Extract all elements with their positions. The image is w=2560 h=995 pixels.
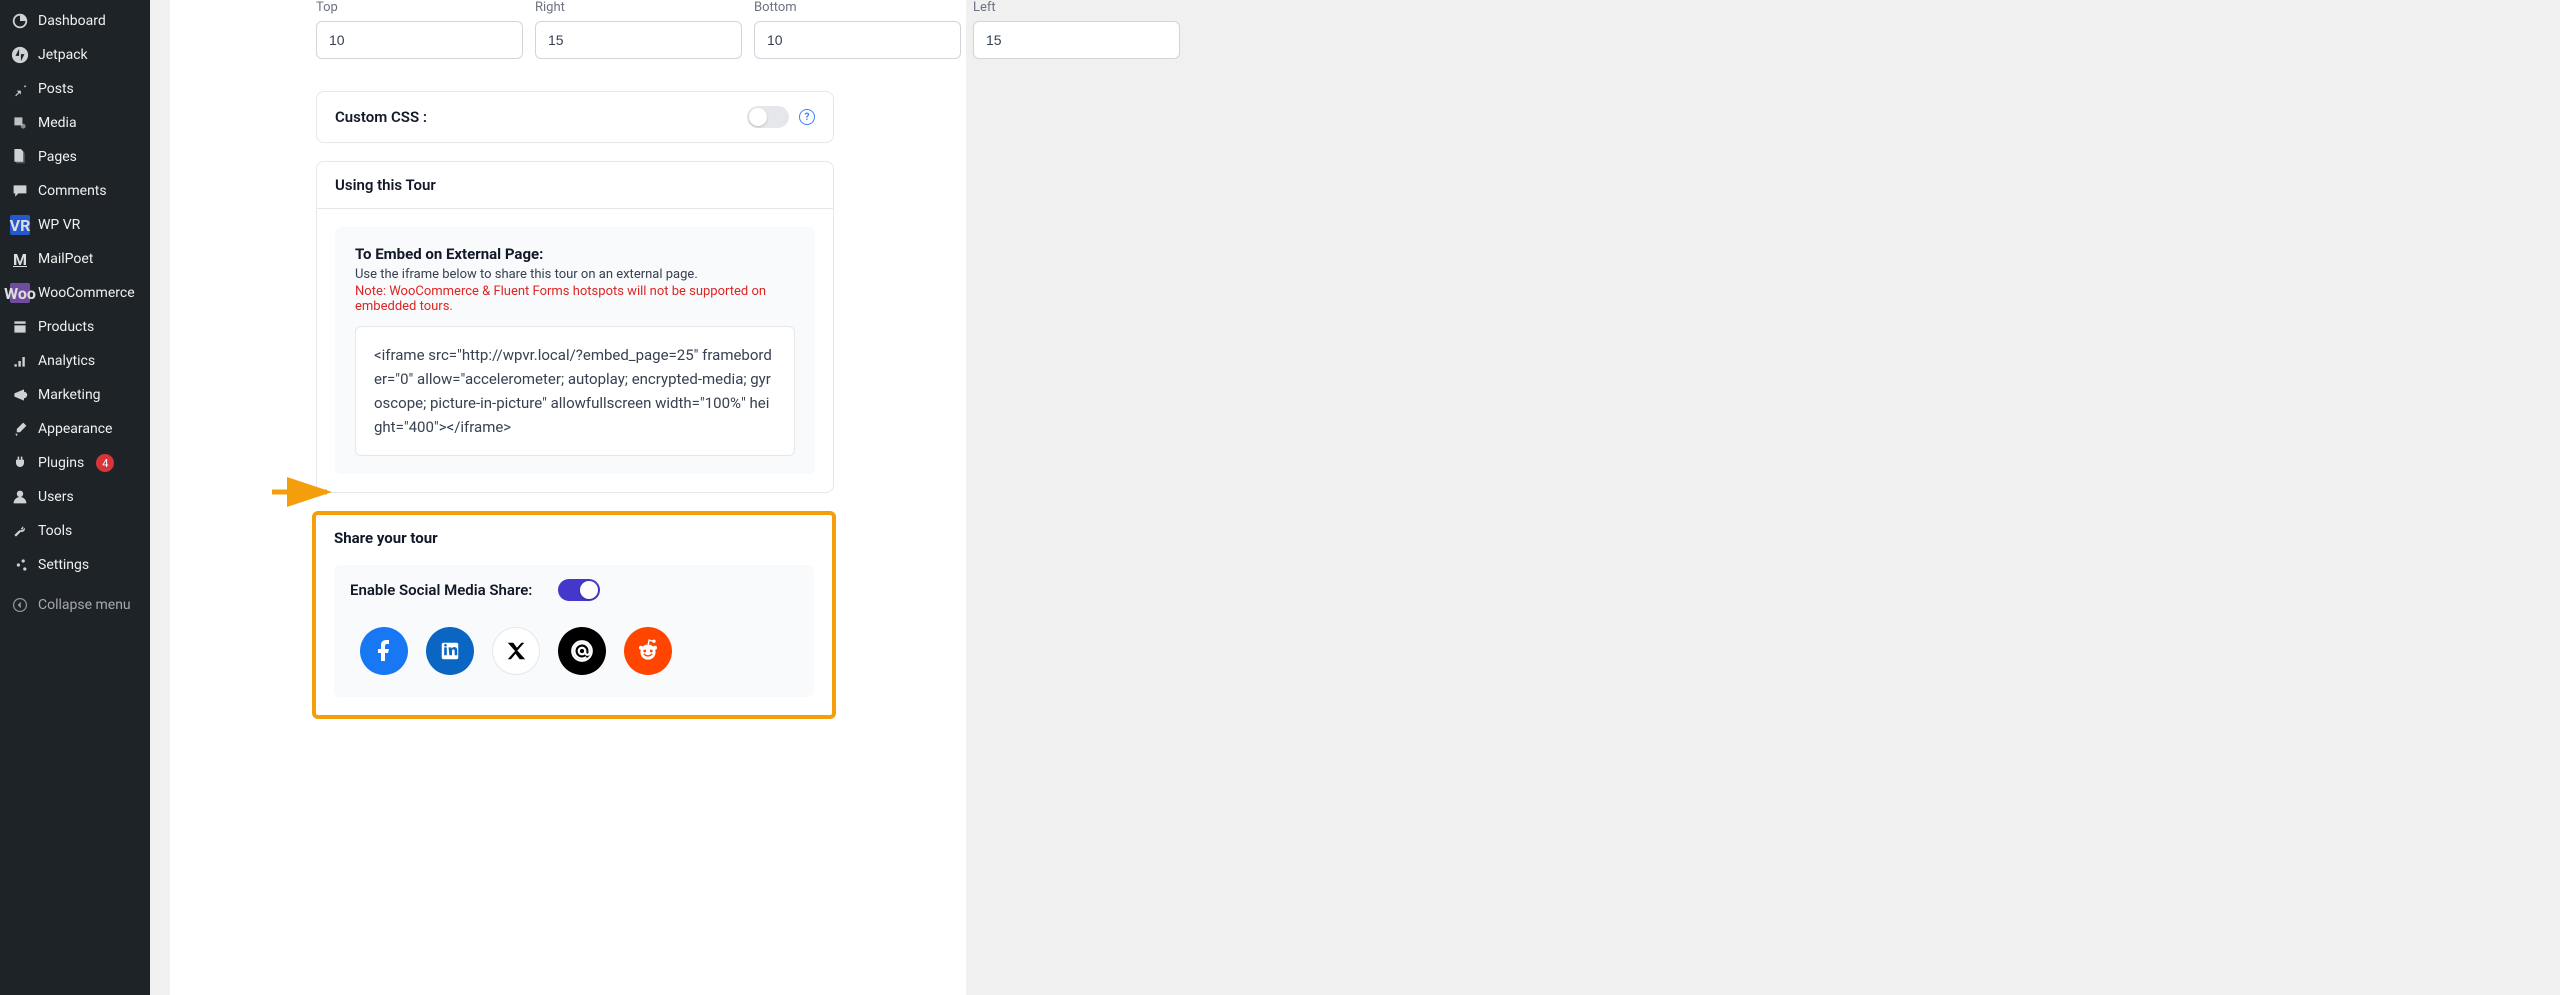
sidebar-item-label: Posts <box>38 81 74 97</box>
sidebar-item-plugins[interactable]: Plugins 4 <box>0 446 150 480</box>
pin-icon <box>10 79 30 99</box>
sidebar-item-label: Tools <box>38 523 72 539</box>
sidebar-item-posts[interactable]: Posts <box>0 72 150 106</box>
info-icon[interactable]: ? <box>799 109 815 125</box>
sidebar-item-jetpack[interactable]: Jetpack <box>0 38 150 72</box>
embed-note: Note: WooCommerce & Fluent Forms hotspot… <box>355 284 795 314</box>
plugins-icon <box>10 453 30 473</box>
settings-icon <box>10 555 30 575</box>
plugins-badge: 4 <box>96 454 114 472</box>
analytics-icon <box>10 351 30 371</box>
sidebar-item-label: Marketing <box>38 387 101 403</box>
sidebar-item-label: WooCommerce <box>38 285 135 301</box>
pages-icon <box>10 147 30 167</box>
admin-sidebar: Dashboard Jetpack Posts Media Pages Comm… <box>0 0 150 995</box>
sidebar-item-label: Collapse menu <box>38 597 131 613</box>
media-icon <box>10 113 30 133</box>
using-tour-title: Using this Tour <box>335 176 436 194</box>
share-enable-label: Enable Social Media Share: <box>350 581 532 599</box>
embed-subtitle: Use the iframe below to share this tour … <box>355 267 795 282</box>
email-icon <box>569 638 595 664</box>
sidebar-item-label: Jetpack <box>38 47 88 63</box>
custom-css-title: Custom CSS : <box>335 108 427 126</box>
social-share-toggle[interactable] <box>558 579 600 601</box>
sidebar-item-label: Analytics <box>38 353 95 369</box>
wrench-icon <box>10 521 30 541</box>
spacing-bottom-input[interactable] <box>754 21 961 59</box>
mailpoet-icon: M <box>10 249 30 269</box>
sidebar-item-products[interactable]: Products <box>0 310 150 344</box>
main-content: Top Right Bottom Left <box>150 0 2560 995</box>
share-section: Share your tour Enable Social Media Shar… <box>312 511 836 719</box>
sidebar-item-label: Media <box>38 115 77 131</box>
facebook-icon <box>372 639 396 663</box>
embed-section: To Embed on External Page: Use the ifram… <box>335 227 815 474</box>
iframe-code-box[interactable]: <iframe src="http://wpvr.local/?embed_pa… <box>355 326 795 456</box>
facebook-share-button[interactable] <box>360 627 408 675</box>
products-icon <box>10 317 30 337</box>
jetpack-icon <box>10 45 30 65</box>
users-icon <box>10 487 30 507</box>
sidebar-item-dashboard[interactable]: Dashboard <box>0 4 150 38</box>
spacing-top-label: Top <box>316 0 523 15</box>
collapse-icon <box>10 595 30 615</box>
reddit-icon <box>635 638 661 664</box>
sidebar-item-woocommerce[interactable]: Woo WooCommerce <box>0 276 150 310</box>
sidebar-item-appearance[interactable]: Appearance <box>0 412 150 446</box>
sidebar-item-label: Plugins <box>38 455 84 471</box>
sidebar-item-label: Products <box>38 319 94 335</box>
custom-css-toggle[interactable] <box>747 106 789 128</box>
spacing-left-input[interactable] <box>973 21 1180 59</box>
using-tour-card: Using this Tour To Embed on External Pag… <box>316 161 834 493</box>
sidebar-item-label: WP VR <box>38 217 80 233</box>
linkedin-share-button[interactable] <box>426 627 474 675</box>
sidebar-item-label: Comments <box>38 183 107 199</box>
spacing-right-input[interactable] <box>535 21 742 59</box>
sidebar-item-label: Appearance <box>38 421 112 437</box>
spacing-left-label: Left <box>973 0 1180 15</box>
sidebar-item-users[interactable]: Users <box>0 480 150 514</box>
comments-icon <box>10 181 30 201</box>
sidebar-item-settings[interactable]: Settings <box>0 548 150 582</box>
x-icon <box>505 640 527 662</box>
sidebar-item-media[interactable]: Media <box>0 106 150 140</box>
sidebar-item-mailpoet[interactable]: M MailPoet <box>0 242 150 276</box>
woocommerce-icon: Woo <box>10 283 30 303</box>
spacing-right-label: Right <box>535 0 742 15</box>
sidebar-item-label: Pages <box>38 149 77 165</box>
spacing-top-input[interactable] <box>316 21 523 59</box>
share-section-title: Share your tour <box>334 529 814 547</box>
sidebar-item-wpvr[interactable]: VR WP VR <box>0 208 150 242</box>
reddit-share-button[interactable] <box>624 627 672 675</box>
linkedin-icon <box>439 640 461 662</box>
x-share-button[interactable] <box>492 627 540 675</box>
sidebar-item-label: Settings <box>38 557 89 573</box>
embed-title: To Embed on External Page: <box>355 245 795 263</box>
sidebar-item-pages[interactable]: Pages <box>0 140 150 174</box>
dashboard-icon <box>10 11 30 31</box>
sidebar-item-marketing[interactable]: Marketing <box>0 378 150 412</box>
sidebar-item-label: MailPoet <box>38 251 93 267</box>
sidebar-collapse[interactable]: Collapse menu <box>0 588 150 622</box>
custom-css-card: Custom CSS : ? <box>316 91 834 143</box>
email-share-button[interactable] <box>558 627 606 675</box>
spacing-inputs: Top Right Bottom Left <box>316 0 834 59</box>
spacing-bottom-label: Bottom <box>754 0 961 15</box>
sidebar-item-label: Users <box>38 489 74 505</box>
brush-icon <box>10 419 30 439</box>
sidebar-item-analytics[interactable]: Analytics <box>0 344 150 378</box>
sidebar-item-label: Dashboard <box>38 13 106 29</box>
marketing-icon <box>10 385 30 405</box>
sidebar-item-tools[interactable]: Tools <box>0 514 150 548</box>
wpvr-icon: VR <box>10 215 30 235</box>
sidebar-item-comments[interactable]: Comments <box>0 174 150 208</box>
social-icons-row <box>350 627 798 675</box>
